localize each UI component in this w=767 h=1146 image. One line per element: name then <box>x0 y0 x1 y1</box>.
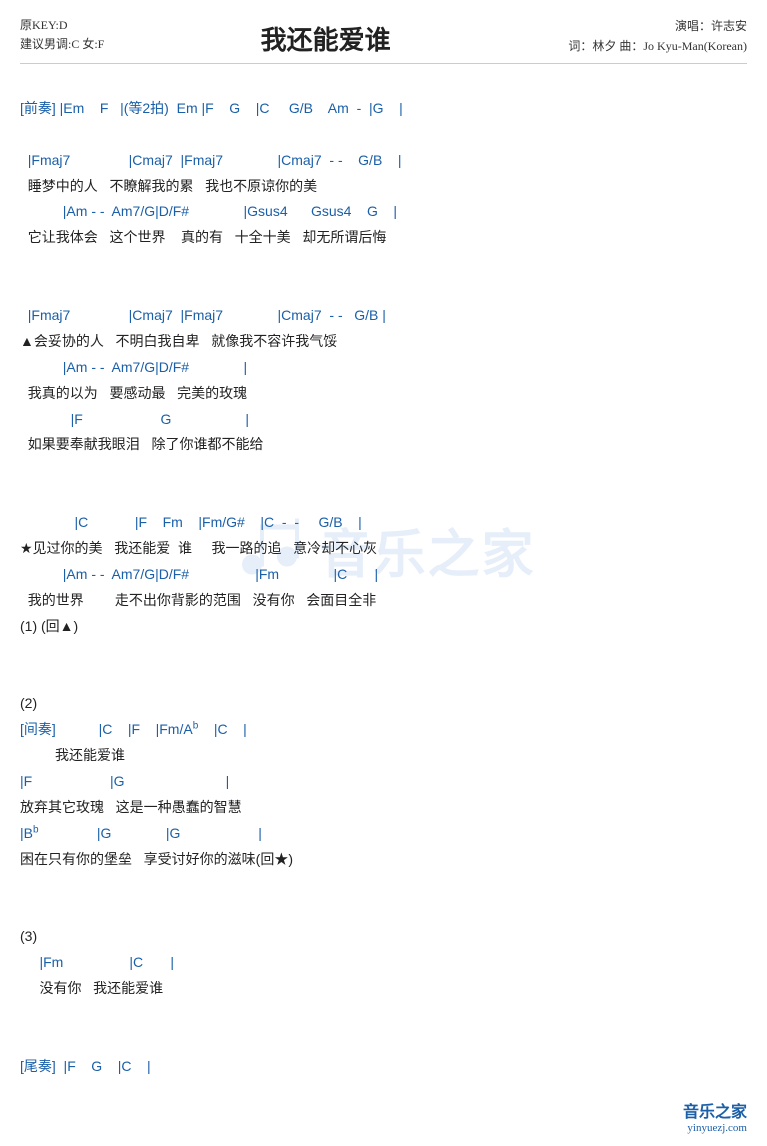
divider-top <box>20 63 747 64</box>
chorus-lyrics2: 我的世界 走不出你背影的范围 没有你 会面目全非 <box>20 592 376 608</box>
intro-label: [前奏] <box>20 100 56 116</box>
header: 原KEY:D 建议男调:C 女:F 我还能爱谁 演唱：许志安 词：林夕 曲：Jo… <box>20 16 747 57</box>
credits: 词：林夕 曲：Jo Kyu-Man(Korean) <box>547 36 747 56</box>
coda-chords1: |Fm |C | <box>20 954 174 970</box>
repeat1: (1) (回▲) <box>20 618 78 634</box>
suggested-key: 建议男调:C 女:F <box>20 35 104 54</box>
content: [前奏] |Em F |(等2拍) Em |F G |C G/B Am - |G… <box>20 70 747 1106</box>
footer-url: yinyuezj.com <box>683 1122 747 1134</box>
footer-logo: 音乐之家 <box>683 1098 747 1122</box>
verse1-lyrics2: 它让我体会 这个世界 真的有 十全十美 却无所谓后悔 <box>20 229 386 245</box>
chorus-chords2: |Am - - Am7/G|D/F# |Fm |C | <box>20 566 378 582</box>
verse2-lyrics3: 如果要奉献我眼泪 除了你谁都不能给 <box>20 436 263 452</box>
page: 音乐之家 原KEY:D 建议男调:C 女:F 我还能爱谁 演唱：许志安 词：林夕… <box>0 0 767 1146</box>
verse1-chords1: |Fmaj7 |Cmaj7 |Fmaj7 |Cmaj7 - - G/B | <box>20 152 401 168</box>
footer: 音乐之家 yinyuezj.com <box>683 1098 747 1134</box>
song-title: 我还能爱谁 <box>104 20 547 57</box>
coda-lyrics1: 没有你 我还能爱谁 <box>20 980 163 996</box>
verse2-chords3: |F G | <box>20 411 249 427</box>
verse1-lyrics1: 睡梦中的人 不瞭解我的累 我也不原谅你的美 <box>20 178 317 194</box>
performer-info: 演唱：许志安 词：林夕 曲：Jo Kyu-Man(Korean) <box>547 16 747 57</box>
verse1-chords2: |Am - - Am7/G|D/F# |Gsus4 Gsus4 G | <box>20 203 397 219</box>
bridge-lyrics1: 放弃其它玫瑰 这是一种愚蠢的智慧 <box>20 799 242 815</box>
chorus-chords1: |C |F Fm |Fm/G# |C - - G/B | <box>20 514 362 530</box>
part3-label: (3) <box>20 928 37 944</box>
interlude-label: [间奏] |C |F |Fm/Ab |C | <box>20 721 247 737</box>
verse2-chords1: |Fmaj7 |Cmaj7 |Fmaj7 |Cmaj7 - - G/B | <box>20 307 386 323</box>
performer: 演唱：许志安 <box>547 16 747 36</box>
verse2-lyrics1: ▲会妥协的人 不明白我自卑 就像我不容许我气馁 <box>20 333 337 349</box>
bridge-chords1: |F |G | <box>20 773 229 789</box>
key-info: 原KEY:D 建议男调:C 女:F <box>20 16 104 54</box>
verse2-chords2: |Am - - Am7/G|D/F# | <box>20 359 247 375</box>
outro-label: [尾奏] |F G |C | <box>20 1058 151 1074</box>
bridge-chords2: |Bb |G |G | <box>20 825 262 841</box>
intro-chords: |Em F |(等2拍) Em |F G |C G/B Am - |G | <box>56 100 403 116</box>
chorus-lyrics1: ★见过你的美 我还能爱 谁 我一路的追 意冷却不心灰 <box>20 540 377 556</box>
bridge-lyrics2: 困在只有你的堡垒 享受讨好你的滋味(回★) <box>20 851 293 867</box>
original-key: 原KEY:D <box>20 16 104 35</box>
verse2-lyrics2: 我真的以为 要感动最 完美的玫瑰 <box>20 385 247 401</box>
part2-label: (2) <box>20 695 37 711</box>
interlude-lyrics: 我还能爱谁 <box>20 747 125 763</box>
